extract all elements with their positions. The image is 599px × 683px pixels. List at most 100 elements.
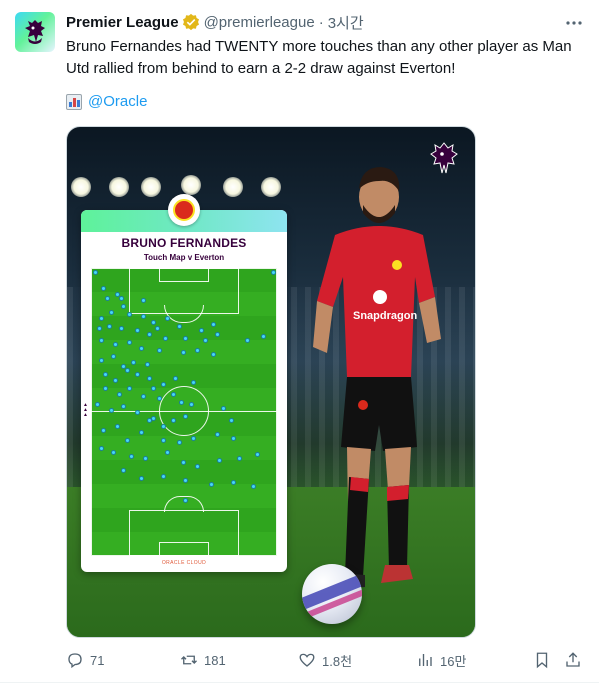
touch-dot bbox=[163, 336, 168, 341]
touch-dot bbox=[165, 450, 170, 455]
tweet[interactable]: Premier League @premierleague · 3시간 Brun… bbox=[0, 0, 599, 683]
touch-dot bbox=[95, 402, 100, 407]
card-title: BRUNO FERNANDES bbox=[121, 236, 247, 250]
reply-button[interactable]: 71 bbox=[66, 648, 104, 672]
touch-dot bbox=[99, 316, 104, 321]
touch-dot bbox=[221, 406, 226, 411]
touch-dot bbox=[131, 360, 136, 365]
repost-button[interactable]: 181 bbox=[180, 648, 226, 672]
like-button[interactable]: 1.8천 bbox=[298, 648, 352, 672]
more-options-icon[interactable] bbox=[565, 14, 583, 32]
attack-direction-arrows-icon: ▲ ▲ ▲ bbox=[83, 402, 88, 418]
view-count: 16만 bbox=[440, 653, 467, 669]
floodlight bbox=[71, 177, 91, 197]
touch-dot bbox=[129, 454, 134, 459]
account-name[interactable]: Premier League bbox=[66, 14, 179, 31]
touch-dot bbox=[141, 394, 146, 399]
touch-dot bbox=[141, 314, 146, 319]
touch-dot bbox=[165, 316, 170, 321]
reply-icon bbox=[68, 653, 82, 669]
touch-dot bbox=[177, 324, 182, 329]
touch-dot bbox=[111, 354, 116, 359]
touch-dot bbox=[271, 270, 276, 275]
action-bar: 71 181 1.8천 16만 bbox=[66, 648, 586, 672]
touch-dot bbox=[101, 428, 106, 433]
touch-dot bbox=[115, 424, 120, 429]
floodlight bbox=[109, 177, 129, 197]
touch-dot bbox=[125, 438, 130, 443]
touch-dot bbox=[191, 436, 196, 441]
player-bruno-fernandes: Snapdragon bbox=[313, 167, 441, 591]
touch-dot bbox=[119, 296, 124, 301]
touch-map-card: BRUNO FERNANDES Touch Map v Everton ▲ ▲ ▲ … bbox=[81, 194, 287, 572]
bookmark-icon bbox=[536, 652, 548, 669]
touch-dot bbox=[161, 382, 166, 387]
tweet-media-image[interactable]: Snapdragon BRUNO FERNANDES Touch Map v E… bbox=[66, 126, 476, 638]
touch-dot bbox=[255, 452, 260, 457]
tweet-header: Premier League @premierleague · 3시간 bbox=[66, 12, 364, 32]
share-icon bbox=[566, 652, 580, 667]
avatar[interactable] bbox=[15, 12, 55, 52]
like-count: 1.8천 bbox=[322, 653, 353, 669]
heart-icon bbox=[299, 653, 315, 667]
touch-dot bbox=[173, 376, 178, 381]
share-button[interactable] bbox=[564, 648, 582, 672]
touch-dot bbox=[141, 298, 146, 303]
touch-dot bbox=[171, 392, 176, 397]
touch-dot bbox=[189, 402, 194, 407]
touch-dot bbox=[203, 338, 208, 343]
touch-dot bbox=[217, 458, 222, 463]
touch-dot bbox=[143, 456, 148, 461]
touch-dot bbox=[161, 474, 166, 479]
touch-dot bbox=[211, 322, 216, 327]
touch-dot bbox=[195, 348, 200, 353]
account-handle[interactable]: @premierleague bbox=[204, 14, 315, 31]
repost-icon bbox=[181, 655, 197, 665]
mention-link[interactable]: @Oracle bbox=[88, 93, 147, 110]
touch-dot bbox=[199, 328, 204, 333]
views-button[interactable]: 16만 bbox=[416, 648, 466, 672]
touch-dot bbox=[109, 408, 114, 413]
touch-dot bbox=[99, 358, 104, 363]
verified-badge-icon bbox=[182, 13, 199, 31]
bookmark-button[interactable] bbox=[533, 648, 551, 672]
touch-dot bbox=[181, 460, 186, 465]
touch-dot bbox=[109, 310, 114, 315]
man-utd-crest-icon bbox=[168, 194, 200, 226]
touch-dot bbox=[237, 456, 242, 461]
touch-dot bbox=[147, 376, 152, 381]
touch-dot bbox=[127, 340, 132, 345]
touch-dot bbox=[151, 386, 156, 391]
touch-dot bbox=[147, 332, 152, 337]
football bbox=[302, 564, 362, 624]
views-bar-chart-icon bbox=[419, 654, 432, 666]
touch-dot bbox=[111, 450, 116, 455]
touch-dot bbox=[99, 338, 104, 343]
touch-dot bbox=[155, 326, 160, 331]
touch-dot bbox=[191, 380, 196, 385]
touch-dot bbox=[119, 326, 124, 331]
touch-dot bbox=[145, 362, 150, 367]
touch-dot bbox=[99, 446, 104, 451]
touch-dot bbox=[139, 346, 144, 351]
touch-dot bbox=[139, 430, 144, 435]
touch-dot bbox=[211, 352, 216, 357]
floodlight bbox=[141, 177, 161, 197]
touch-dot bbox=[171, 418, 176, 423]
touch-dot bbox=[161, 424, 166, 429]
touch-dot bbox=[215, 432, 220, 437]
touch-dot bbox=[127, 386, 132, 391]
floodlight bbox=[181, 175, 201, 195]
touch-dot bbox=[183, 414, 188, 419]
touch-dot bbox=[231, 436, 236, 441]
touch-dot bbox=[147, 418, 152, 423]
touch-dot bbox=[125, 368, 130, 373]
touch-dot bbox=[107, 324, 112, 329]
tweet-timestamp[interactable]: 3시간 bbox=[328, 12, 364, 33]
chart-bar-emoji-icon bbox=[66, 93, 82, 110]
separator-dot: · bbox=[318, 13, 324, 31]
sponsor-mention-line: @Oracle bbox=[66, 93, 147, 110]
touch-dot bbox=[183, 478, 188, 483]
card-subtitle: Touch Map v Everton bbox=[143, 253, 225, 262]
touch-dot bbox=[251, 484, 256, 489]
